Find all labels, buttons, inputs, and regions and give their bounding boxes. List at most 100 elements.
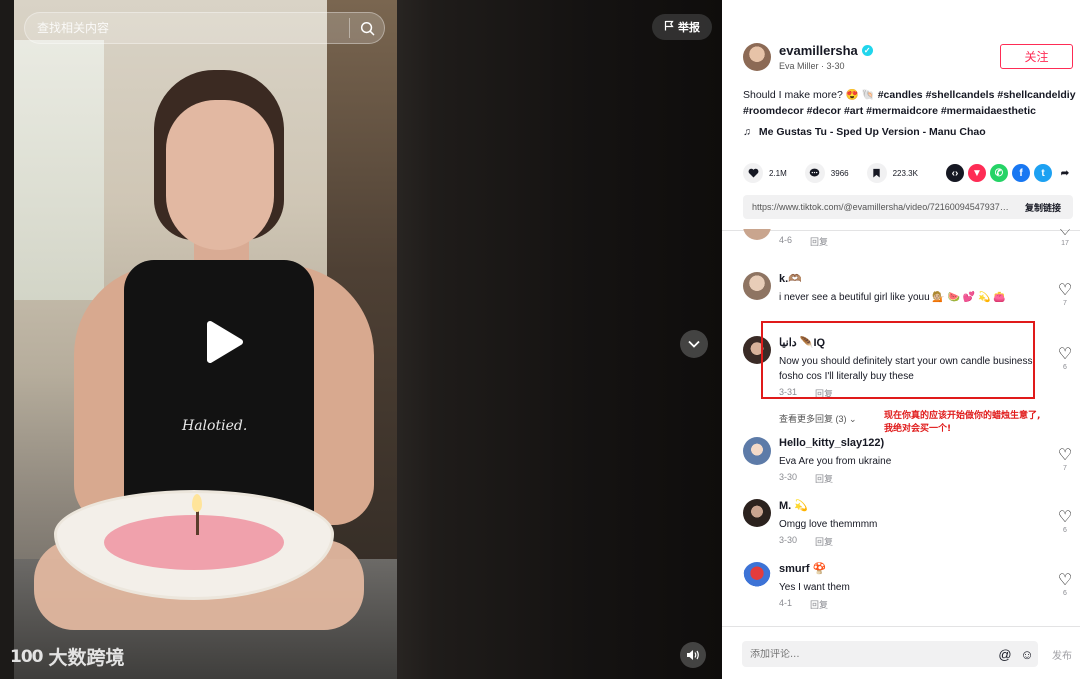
tiktok-video-page: Halotied. 举报 xyxy=(0,0,1080,679)
comment-like-count: 6 xyxy=(1063,527,1067,534)
comment-item: M. 💫 Omgg love themmmm 3-30 回复 ♡ 6 xyxy=(743,499,1073,551)
heart-outline-icon[interactable]: ♡ xyxy=(1058,572,1072,589)
author-info[interactable]: evamillersha ✓ Eva Miller · 3-30 xyxy=(743,43,873,71)
volume-icon[interactable] xyxy=(680,642,706,668)
video-candle-wax xyxy=(104,515,284,570)
video-person-face xyxy=(166,100,274,250)
annotation-note: 现在你真的应该开始做你的蜡烛生意了, 我绝对会买一个! xyxy=(884,410,1040,436)
comment-username[interactable]: smurf 🍄 xyxy=(779,562,1049,575)
send-to-friends-icon[interactable]: ▼ xyxy=(968,164,986,182)
reply-button[interactable]: 回复 xyxy=(810,235,828,248)
engagement-stats: 2.1M 3966 223.3K xyxy=(743,163,930,183)
chevron-down-icon[interactable] xyxy=(680,330,708,358)
search-icon[interactable] xyxy=(350,13,384,43)
comment-composer: @ ☺ 发布 xyxy=(722,626,1080,679)
report-label: 举报 xyxy=(678,21,700,34)
whatsapp-icon[interactable]: ✆ xyxy=(990,164,1008,182)
comment-like-count: 6 xyxy=(1063,364,1067,371)
comment-item: smurf 🍄 Yes I want them 4-1 回复 ♡ 6 xyxy=(743,562,1073,614)
video-player[interactable]: Halotied. xyxy=(14,0,397,679)
bookmark-icon[interactable] xyxy=(866,163,887,183)
comment-avatar[interactable] xyxy=(743,499,771,527)
video-url[interactable]: https://www.tiktok.com/@evamillersha/vid… xyxy=(743,202,1013,212)
comment-username[interactable]: Hello_kitty_slay122) xyxy=(779,437,1049,449)
view-more-replies-label: 查看更多回复 (3) xyxy=(779,414,847,424)
comment-like-count: 7 xyxy=(1063,300,1067,307)
comment-like[interactable]: ♡ 6 xyxy=(1057,344,1073,371)
watermark-logo: 100 xyxy=(10,646,43,667)
report-button[interactable]: 举报 xyxy=(652,14,712,40)
play-icon[interactable] xyxy=(204,320,244,364)
comment-avatar[interactable] xyxy=(743,562,771,590)
comment-meta: 4-6 回复 xyxy=(779,235,1049,248)
comment-like-count: 6 xyxy=(1063,590,1067,597)
copy-link-button[interactable]: 复制链接 xyxy=(1013,201,1073,214)
share-icons: ‹› ▼ ✆ f t ➦ xyxy=(946,164,1074,182)
heart-icon[interactable] xyxy=(743,163,763,183)
comment-username[interactable]: k.🫶🏽 xyxy=(779,272,1049,285)
watermark-text: 大数跨境 xyxy=(48,647,125,669)
heart-outline-icon[interactable]: ♡ xyxy=(1058,509,1072,526)
heart-outline-icon[interactable]: ♡ xyxy=(1058,346,1072,363)
comment-body: k.🫶🏽 i never see a beutiful girl like yo… xyxy=(779,272,1049,305)
video-candle-flame xyxy=(192,494,202,512)
comment-username[interactable]: M. 💫 xyxy=(779,499,1049,512)
facebook-icon[interactable]: f xyxy=(1012,164,1030,182)
video-caption: Should I make more? 😍 🐚 #candles #shellc… xyxy=(743,87,1077,119)
verified-icon: ✓ xyxy=(861,45,873,56)
comment-date: 3-30 xyxy=(779,535,798,545)
comment-text: ummmm that's my tattoo design 😻😻 xyxy=(779,219,949,230)
reply-button[interactable]: 回复 xyxy=(815,535,833,548)
video-panel: Halotied. 举报 xyxy=(0,0,722,679)
embed-icon[interactable]: ‹› xyxy=(946,164,964,182)
heart-outline-icon[interactable]: ♡ xyxy=(1058,282,1072,299)
comment-like[interactable]: ♡ 6 xyxy=(1057,507,1073,534)
music-title: Me Gustas Tu - Sped Up Version - Manu Ch… xyxy=(758,126,986,138)
comment-date: 3-30 xyxy=(779,472,798,482)
twitter-icon[interactable]: t xyxy=(1034,164,1052,182)
comment-like[interactable]: ♡ 6 xyxy=(1057,570,1073,597)
comment-item: k.🫶🏽 i never see a beutiful girl like yo… xyxy=(743,272,1073,320)
comment-like[interactable]: ♡ 7 xyxy=(1057,280,1073,307)
share-link-row: https://www.tiktok.com/@evamillersha/vid… xyxy=(743,195,1073,219)
comment-count: 3966 xyxy=(830,168,849,178)
comment-avatar[interactable] xyxy=(743,437,771,465)
comment-body: smurf 🍄 Yes I want them 4-1 回复 xyxy=(779,562,1049,611)
reply-button[interactable]: 回复 xyxy=(815,472,833,485)
heart-outline-icon[interactable]: ♡ xyxy=(1058,447,1072,464)
follow-button[interactable]: 关注 xyxy=(1000,44,1073,69)
comment-text: i never see a beutiful girl like youu 💁🏼… xyxy=(779,292,1006,303)
author-username[interactable]: evamillersha xyxy=(779,43,858,58)
comment-meta: 3-30 回复 xyxy=(779,535,1049,548)
search-input[interactable] xyxy=(25,21,349,35)
emoji-icon[interactable]: ☺ xyxy=(1016,647,1038,662)
post-comment-button[interactable]: 发布 xyxy=(1052,647,1072,662)
comment-avatar[interactable] xyxy=(743,272,771,300)
comment-date: 4-6 xyxy=(779,235,793,245)
chevron-down-icon: ⌄ xyxy=(849,414,857,424)
heart-outline-icon[interactable]: ♡ xyxy=(1058,229,1072,239)
comment-text: Omgg love themmmm xyxy=(779,519,878,530)
share-arrow-icon[interactable]: ➦ xyxy=(1056,164,1074,182)
comment-icon[interactable] xyxy=(804,163,825,183)
comment-like[interactable]: ♡ 7 xyxy=(1057,445,1073,472)
comment-input-box: @ ☺ xyxy=(742,641,1038,667)
comment-text: Yes I want them xyxy=(779,582,850,593)
save-count: 223.3K xyxy=(892,168,918,178)
reply-button[interactable]: 回复 xyxy=(810,598,828,611)
view-more-replies[interactable]: 查看更多回复 (3) ⌄ xyxy=(779,412,857,425)
comment-item: Hello_kitty_slay122) Eva Are you from uk… xyxy=(743,437,1073,489)
video-person-top xyxy=(124,260,314,520)
comment-like-count: 7 xyxy=(1063,465,1067,472)
comment-input[interactable] xyxy=(742,648,994,660)
comment-body: Hello_kitty_slay122) Eva Are you from uk… xyxy=(779,437,1049,485)
flag-icon xyxy=(664,20,674,34)
author-display-name: Eva Miller xyxy=(779,61,819,71)
shirt-text: Halotied. xyxy=(182,418,248,434)
comment-meta: 4-1 回复 xyxy=(779,598,1049,611)
watermark: 100 大数跨境 xyxy=(10,643,125,670)
comment-like[interactable]: ♡ 17 xyxy=(1057,229,1073,247)
music-link[interactable]: ♫ Me Gustas Tu - Sped Up Version - Manu … xyxy=(743,126,986,138)
author-avatar[interactable] xyxy=(743,43,771,71)
mention-icon[interactable]: @ xyxy=(994,647,1016,662)
